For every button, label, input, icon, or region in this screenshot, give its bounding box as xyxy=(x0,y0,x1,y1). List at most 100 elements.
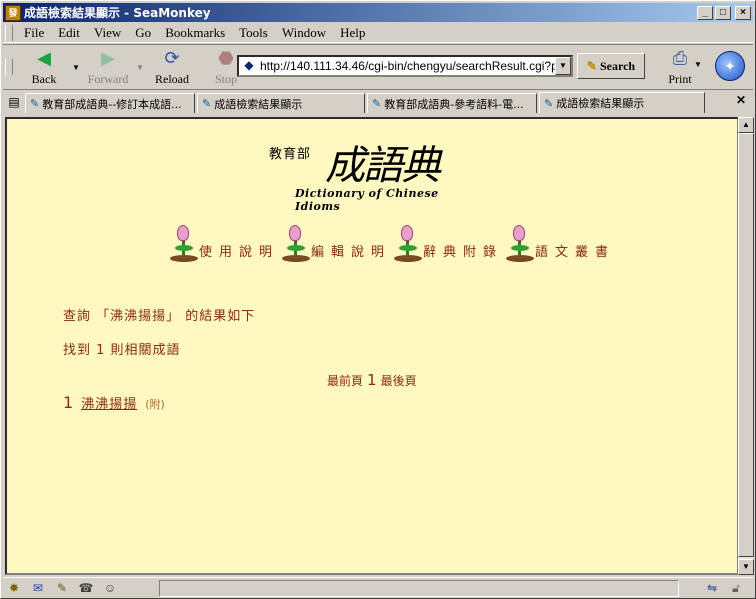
composer-icon[interactable]: ✎ xyxy=(51,579,73,597)
navigation-toolbar: ◀ Back ▼ ▶ Forward ▼ ⟳ Reload ⬣ Stop ◆ h… xyxy=(3,44,753,90)
tab-label: 教育部成語典--修訂本成語... xyxy=(42,97,182,111)
menu-bookmarks[interactable]: Bookmarks xyxy=(158,25,232,41)
search-button[interactable]: ✎ Search xyxy=(577,53,645,79)
back-label: Back xyxy=(31,71,57,86)
stop-label: Stop xyxy=(214,71,237,86)
page-icon: ◆ xyxy=(244,58,254,72)
nav-editing-label: 編輯說明 xyxy=(311,244,392,260)
print-label: Print xyxy=(668,71,692,86)
toolbar-grip[interactable] xyxy=(5,59,13,75)
pagination: 最前頁 1 最後頁 xyxy=(327,371,417,389)
menu-edit[interactable]: Edit xyxy=(51,25,87,41)
title-bar: 發 成語檢索結果顯示 - SeaMonkey _ □ × xyxy=(3,3,753,22)
address-book-icon[interactable]: ☎ xyxy=(75,579,97,597)
nav-appendix[interactable]: 辭典附錄 xyxy=(393,225,503,263)
toolbar-grip[interactable] xyxy=(5,24,13,41)
logo-english: Dictionary of Chinese Idioms xyxy=(295,187,439,213)
tab-3[interactable]: ✎ 教育部成語典-參考語料-電... xyxy=(367,93,537,113)
window-title: 成語檢索結果顯示 - SeaMonkey xyxy=(24,6,211,20)
menu-tools[interactable]: Tools xyxy=(232,25,275,41)
nav-appendix-label: 辭典附錄 xyxy=(423,244,504,260)
back-history-dropdown[interactable]: ▼ xyxy=(71,63,81,72)
forward-arrow-icon: ▶ xyxy=(101,48,115,68)
back-arrow-icon: ◀ xyxy=(37,48,51,68)
tab-2[interactable]: ✎ 成語檢索結果顯示 xyxy=(197,93,365,113)
url-history-dropdown[interactable]: ▼ xyxy=(555,57,571,75)
tulip-icon xyxy=(169,225,199,263)
status-right: ⇋ 🔓︎ xyxy=(701,579,749,597)
query-summary: 查詢 「沸沸揚揚」 的結果如下 xyxy=(63,309,256,324)
back-button[interactable]: ◀ Back xyxy=(17,45,71,89)
status-text xyxy=(159,580,679,597)
close-window-button[interactable]: × xyxy=(735,5,751,20)
online-status-icon[interactable]: ⇋ xyxy=(701,579,723,597)
nav-books[interactable]: 語文叢書 xyxy=(505,225,615,263)
site-logo: 教育部 成語典 Dictionary of Chinese Idioms xyxy=(265,133,485,213)
search-icon: ✎ xyxy=(586,58,597,73)
sidebar-toggle-icon[interactable]: ▤ xyxy=(3,93,25,113)
forward-label: Forward xyxy=(87,71,129,86)
result-idiom-link[interactable]: 沸沸揚揚 xyxy=(73,393,145,412)
menu-bar: File Edit View Go Bookmarks Tools Window… xyxy=(3,23,753,43)
maximize-button[interactable]: □ xyxy=(715,5,731,20)
tab-1[interactable]: ✎ 教育部成語典--修訂本成語... xyxy=(25,93,195,113)
vertical-scrollbar[interactable]: ▲ ▼ xyxy=(738,117,754,575)
forward-history-dropdown[interactable]: ▼ xyxy=(135,63,145,72)
tab-4-active[interactable]: ✎ 成語檢索結果顯示 xyxy=(539,92,705,113)
tulip-icon xyxy=(393,225,423,263)
tab-page-icon: ✎ xyxy=(30,97,40,110)
menu-view[interactable]: View xyxy=(87,25,128,41)
search-label: Search xyxy=(599,58,636,73)
current-page-number: 1 xyxy=(367,371,377,389)
result-number: 1 xyxy=(63,393,74,412)
last-page-link[interactable]: 最後頁 xyxy=(381,372,417,389)
tab-bar: ▤ ✎ 教育部成語典--修訂本成語... ✎ 成語檢索結果顯示 ✎ 教育部成語典… xyxy=(3,91,753,113)
security-lock-icon[interactable]: 🔓︎ xyxy=(725,579,747,597)
page-content: 教育部 成語典 Dictionary of Chinese Idioms 使用說… xyxy=(5,117,739,575)
navigator-icon[interactable]: ✸ xyxy=(3,579,25,597)
reload-button[interactable]: ⟳ Reload xyxy=(145,45,199,89)
browser-window: 發 成語檢索結果顯示 - SeaMonkey _ □ × File Edit V… xyxy=(0,0,756,599)
url-input[interactable]: http://140.111.34.46/cgi-bin/chengyu/sea… xyxy=(260,59,555,73)
logo-ministry: 教育部 xyxy=(269,147,312,162)
chat-icon[interactable]: ☺ xyxy=(99,579,121,597)
tab-page-icon: ✎ xyxy=(544,96,554,110)
nav-usage[interactable]: 使用說明 xyxy=(169,225,279,263)
forward-button[interactable]: ▶ Forward xyxy=(81,45,135,89)
status-bar: ✸ ✉ ✎ ☎ ☺ ⇋ 🔓︎ xyxy=(3,577,753,598)
scroll-up-icon[interactable]: ▲ xyxy=(738,117,754,133)
menu-go[interactable]: Go xyxy=(128,25,158,41)
nav-books-label: 語文叢書 xyxy=(535,244,616,260)
menu-file[interactable]: File xyxy=(17,25,51,41)
menu-window[interactable]: Window xyxy=(275,25,333,41)
minimize-button[interactable]: _ xyxy=(697,5,713,20)
first-page-link[interactable]: 最前頁 xyxy=(327,372,363,389)
print-dropdown[interactable]: ▼ xyxy=(693,60,703,69)
logo-title: 成語典 xyxy=(325,143,441,189)
stop-icon: ⬣ xyxy=(218,48,234,68)
close-tab-icon[interactable]: ✕ xyxy=(733,93,749,109)
tab-label: 成語檢索結果顯示 xyxy=(556,97,645,110)
tab-page-icon: ✎ xyxy=(372,97,382,110)
scroll-down-icon[interactable]: ▼ xyxy=(738,559,754,575)
tab-label: 成語檢索結果顯示 xyxy=(214,97,303,111)
scroll-thumb[interactable] xyxy=(738,133,754,557)
reload-icon: ⟳ xyxy=(164,48,180,68)
result-note: (附) xyxy=(145,398,165,411)
tab-page-icon: ✎ xyxy=(202,97,212,110)
seamonkey-throbber-icon[interactable]: ✦ xyxy=(715,51,745,81)
tab-label: 教育部成語典-參考語料-電... xyxy=(384,97,524,111)
result-count: 找到 1 則相關成語 xyxy=(63,343,181,358)
tulip-icon xyxy=(505,225,535,263)
tulip-icon xyxy=(281,225,311,263)
nav-usage-label: 使用說明 xyxy=(199,244,280,260)
printer-icon: ⎙ xyxy=(672,48,688,68)
site-nav: 使用說明 編輯說明 辭典附錄 語文叢書 xyxy=(169,225,617,263)
result-item: 1 沸沸揚揚 (附) xyxy=(63,393,165,412)
url-bar[interactable]: ◆ http://140.111.34.46/cgi-bin/chengyu/s… xyxy=(237,55,573,77)
mail-icon[interactable]: ✉ xyxy=(27,579,49,597)
reload-label: Reload xyxy=(155,71,189,86)
nav-editing[interactable]: 編輯說明 xyxy=(281,225,391,263)
app-icon: 發 xyxy=(5,4,21,21)
menu-help[interactable]: Help xyxy=(333,25,372,41)
